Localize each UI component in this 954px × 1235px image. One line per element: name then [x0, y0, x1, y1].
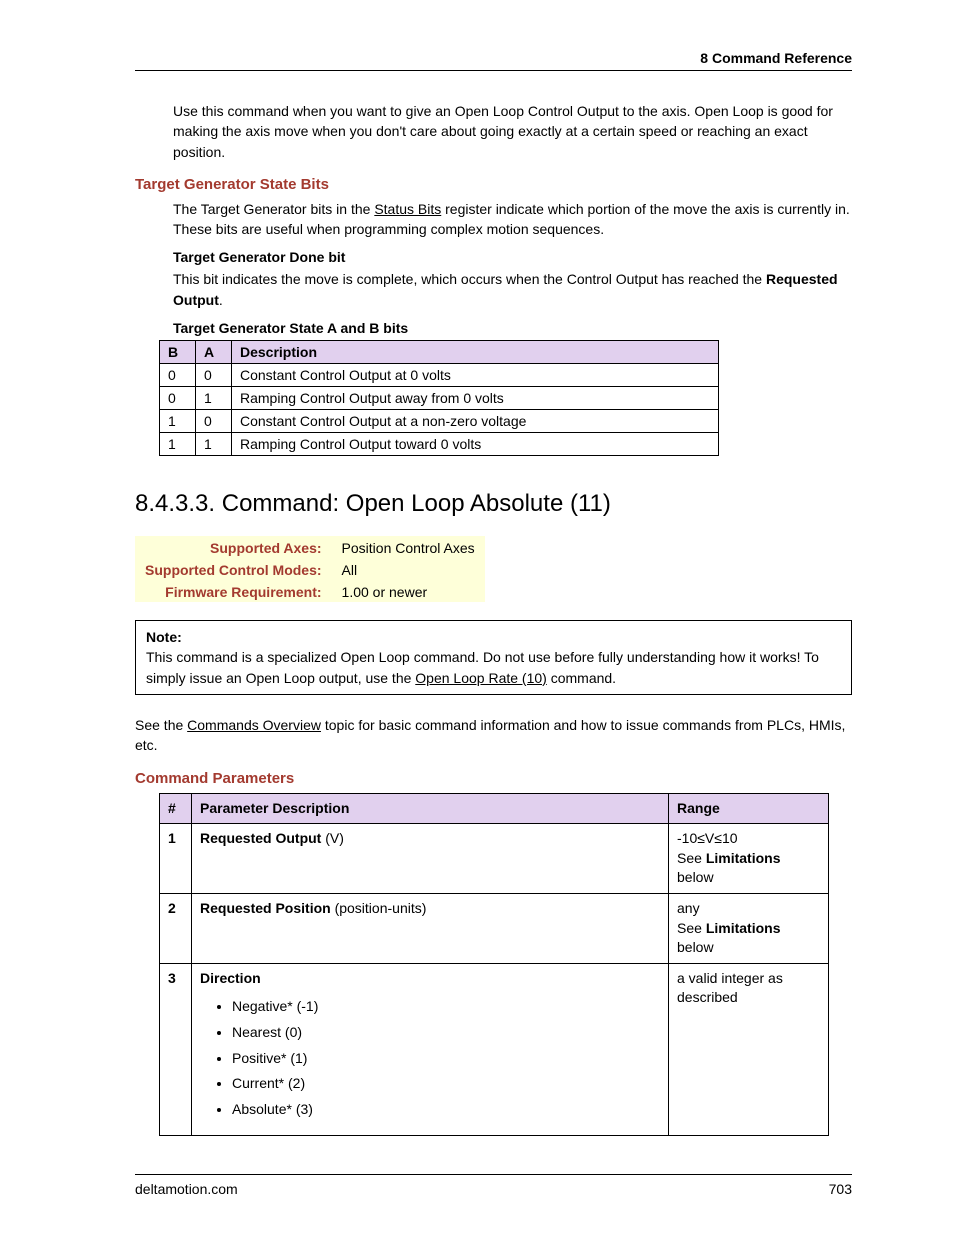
section-title: 8.4.3.3. Command: Open Loop Absolute (11…: [135, 490, 852, 518]
status-bits-link[interactable]: Status Bits: [374, 201, 441, 217]
see-pre: See the: [135, 717, 187, 733]
state-bits-table: B A Description 0 0 Constant Control Out…: [159, 340, 719, 456]
tg-para-pre: The Target Generator bits in the: [173, 201, 374, 217]
table-row: 2 Requested Position (position-units) an…: [160, 893, 829, 963]
param-desc-bold: Direction: [200, 970, 261, 986]
col-num: #: [160, 793, 192, 824]
tg-heading: Target Generator State Bits: [135, 176, 852, 193]
col-desc: Description: [232, 341, 719, 364]
commands-overview-link[interactable]: Commands Overview: [187, 717, 321, 733]
supported-axes-value: Position Control Axes: [332, 536, 485, 558]
param-num: 2: [160, 893, 192, 963]
param-desc: Requested Output (V): [192, 824, 669, 894]
params-heading: Command Parameters: [135, 770, 852, 787]
list-item: Absolute* (3): [232, 1097, 660, 1123]
cell-desc: Constant Control Output at a non-zero vo…: [232, 410, 719, 433]
range-post: below: [677, 939, 714, 955]
range-line1: a valid integer as described: [677, 970, 783, 1006]
tg-done-post: .: [219, 292, 223, 308]
param-desc-tail: (V): [321, 830, 344, 846]
cell-b: 1: [160, 433, 196, 456]
cell-desc: Ramping Control Output away from 0 volts: [232, 387, 719, 410]
footer-site: deltamotion.com: [135, 1181, 238, 1197]
table-header-row: B A Description: [160, 341, 719, 364]
intro-paragraph: Use this command when you want to give a…: [173, 101, 852, 162]
table-row: 1 0 Constant Control Output at a non-zer…: [160, 410, 719, 433]
col-desc: Parameter Description: [192, 793, 669, 824]
col-b: B: [160, 341, 196, 364]
tg-paragraph: The Target Generator bits in the Status …: [173, 199, 852, 240]
table-row: 0 0 Constant Control Output at 0 volts: [160, 364, 719, 387]
list-item: Negative* (-1): [232, 994, 660, 1020]
cell-a: 0: [196, 410, 232, 433]
open-loop-rate-link[interactable]: Open Loop Rate (10): [415, 670, 547, 686]
tg-done-pre: This bit indicates the move is complete,…: [173, 271, 766, 287]
table-row: 1 1 Ramping Control Output toward 0 volt…: [160, 433, 719, 456]
supported-axes-label: Supported Axes:: [135, 536, 332, 558]
list-item: Nearest (0): [232, 1020, 660, 1046]
param-range: a valid integer as described: [669, 963, 829, 1136]
range-bold: Limitations: [706, 920, 781, 936]
note-text-post: command.: [547, 670, 616, 686]
footer-page-number: 703: [829, 1181, 852, 1197]
param-num: 1: [160, 824, 192, 894]
param-desc-tail: (position-units): [331, 900, 427, 916]
param-desc: Requested Position (position-units): [192, 893, 669, 963]
table-row: 3 Direction Negative* (-1) Nearest (0) P…: [160, 963, 829, 1136]
parameters-table: # Parameter Description Range 1 Requeste…: [159, 793, 829, 1137]
note-label: Note:: [146, 629, 182, 645]
tg-ab-heading: Target Generator State A and B bits: [173, 320, 852, 336]
firmware-label: Firmware Requirement:: [135, 580, 332, 602]
command-info-box: Supported Axes: Position Control Axes Su…: [135, 536, 485, 602]
see-paragraph: See the Commands Overview topic for basi…: [135, 715, 852, 756]
supported-modes-value: All: [332, 558, 485, 580]
cell-a: 0: [196, 364, 232, 387]
param-desc-bold: Requested Output: [200, 830, 321, 846]
page-footer: deltamotion.com 703: [135, 1174, 852, 1197]
list-item: Positive* (1): [232, 1046, 660, 1072]
cell-desc: Ramping Control Output toward 0 volts: [232, 433, 719, 456]
table-header-row: # Parameter Description Range: [160, 793, 829, 824]
param-range: -10≤V≤10 See Limitations below: [669, 824, 829, 894]
supported-modes-label: Supported Control Modes:: [135, 558, 332, 580]
direction-list: Negative* (-1) Nearest (0) Positive* (1)…: [210, 994, 660, 1122]
param-num: 3: [160, 963, 192, 1136]
range-bold: Limitations: [706, 850, 781, 866]
cell-b: 1: [160, 410, 196, 433]
col-a: A: [196, 341, 232, 364]
page: 8 Command Reference Use this command whe…: [0, 0, 954, 1235]
param-desc: Direction Negative* (-1) Nearest (0) Pos…: [192, 963, 669, 1136]
cell-a: 1: [196, 433, 232, 456]
firmware-value: 1.00 or newer: [332, 580, 485, 602]
tg-done-text: This bit indicates the move is complete,…: [173, 269, 852, 310]
col-range: Range: [669, 793, 829, 824]
range-pre: See: [677, 920, 706, 936]
cell-b: 0: [160, 364, 196, 387]
cell-desc: Constant Control Output at 0 volts: [232, 364, 719, 387]
param-range: any See Limitations below: [669, 893, 829, 963]
range-pre: See: [677, 850, 706, 866]
range-post: below: [677, 869, 714, 885]
note-box: Note: This command is a specialized Open…: [135, 620, 852, 695]
cell-a: 1: [196, 387, 232, 410]
table-row: 1 Requested Output (V) -10≤V≤10 See Limi…: [160, 824, 829, 894]
chapter-title: 8 Command Reference: [700, 50, 852, 66]
param-desc-bold: Requested Position: [200, 900, 331, 916]
tg-done-heading: Target Generator Done bit: [173, 249, 852, 265]
cell-b: 0: [160, 387, 196, 410]
range-line1: -10≤V≤10: [677, 830, 738, 846]
list-item: Current* (2): [232, 1071, 660, 1097]
page-header: 8 Command Reference: [135, 50, 852, 71]
table-row: 0 1 Ramping Control Output away from 0 v…: [160, 387, 719, 410]
range-line1: any: [677, 900, 700, 916]
